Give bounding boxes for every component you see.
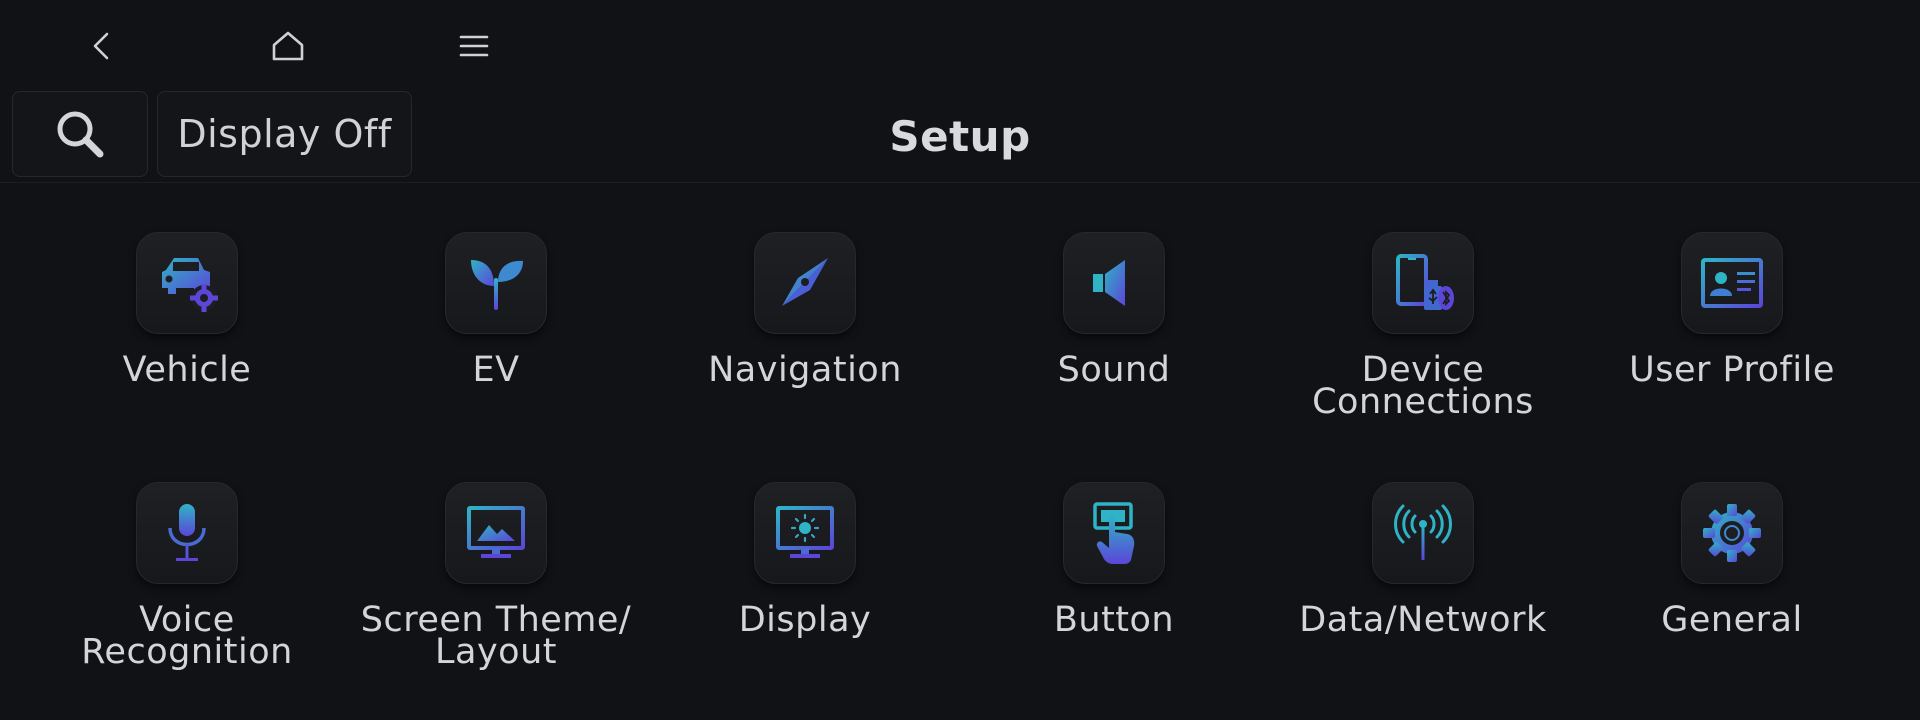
home-button[interactable]	[262, 20, 314, 72]
gear-icon	[1703, 504, 1761, 562]
setting-label: Screen Theme/ Layout	[360, 600, 632, 672]
setting-label: Navigation	[708, 350, 902, 390]
setting-user-profile[interactable]: User Profile	[1582, 232, 1882, 390]
setting-display[interactable]: Display	[655, 482, 955, 640]
setting-button[interactable]: Button	[964, 482, 1264, 640]
microphone-icon	[168, 504, 206, 561]
ev-tile	[445, 232, 547, 334]
antenna-signal-icon	[1394, 504, 1452, 560]
setting-general[interactable]: General	[1582, 482, 1882, 640]
setting-label: Data/Network	[1299, 600, 1547, 640]
setting-voice-recognition[interactable]: Voice Recognition	[37, 482, 337, 672]
voice-recognition-tile	[136, 482, 238, 584]
setting-sound[interactable]: Sound	[964, 232, 1264, 390]
toolbar: Display Off Setup	[0, 90, 1920, 183]
device-connections-tile	[1372, 232, 1474, 334]
setting-label: Device Connections	[1312, 350, 1534, 422]
sprout-icon	[471, 260, 523, 310]
back-button[interactable]	[77, 20, 129, 72]
hamburger-menu-icon	[459, 35, 489, 57]
general-tile	[1681, 482, 1783, 584]
setting-vehicle[interactable]: Vehicle	[37, 232, 337, 390]
setting-label: Vehicle	[122, 350, 252, 390]
display-tile	[754, 482, 856, 584]
home-icon	[272, 31, 304, 61]
finger-press-icon	[1093, 502, 1135, 564]
setting-label: Voice Recognition	[81, 600, 293, 672]
button-tile	[1063, 482, 1165, 584]
monitor-brightness-icon	[776, 506, 834, 558]
setting-label: Display	[738, 600, 872, 640]
page-title: Setup	[889, 112, 1031, 161]
setting-label: Sound	[1057, 350, 1171, 390]
setting-label: EV	[472, 350, 520, 390]
setting-label: Button	[1053, 600, 1175, 640]
setting-device-connections[interactable]: Device Connections	[1273, 232, 1573, 422]
setting-label: User Profile	[1629, 350, 1835, 390]
setting-navigation[interactable]: Navigation	[655, 232, 955, 390]
navigation-tile	[754, 232, 856, 334]
compass-icon	[782, 258, 828, 306]
phone-usb-bluetooth-icon	[1396, 254, 1454, 310]
chevron-left-icon	[93, 32, 109, 60]
user-profile-tile	[1681, 232, 1783, 334]
car-gear-icon	[162, 258, 218, 312]
setting-label: General	[1661, 600, 1803, 640]
sound-tile	[1063, 232, 1165, 334]
setting-ev[interactable]: EV	[346, 232, 646, 390]
setting-data-network[interactable]: Data/Network	[1273, 482, 1573, 640]
menu-button[interactable]	[448, 20, 500, 72]
id-card-icon	[1701, 258, 1763, 308]
vehicle-tile	[136, 232, 238, 334]
speaker-icon	[1093, 260, 1125, 306]
setting-screen-theme-layout[interactable]: Screen Theme/ Layout	[346, 482, 646, 672]
data-network-tile	[1372, 482, 1474, 584]
monitor-image-icon	[467, 506, 525, 558]
screen-theme-layout-tile	[445, 482, 547, 584]
settings-grid: Vehicle EV Navigation Sound Device Conne…	[0, 232, 1920, 712]
top-navigation-bar	[0, 0, 1920, 90]
